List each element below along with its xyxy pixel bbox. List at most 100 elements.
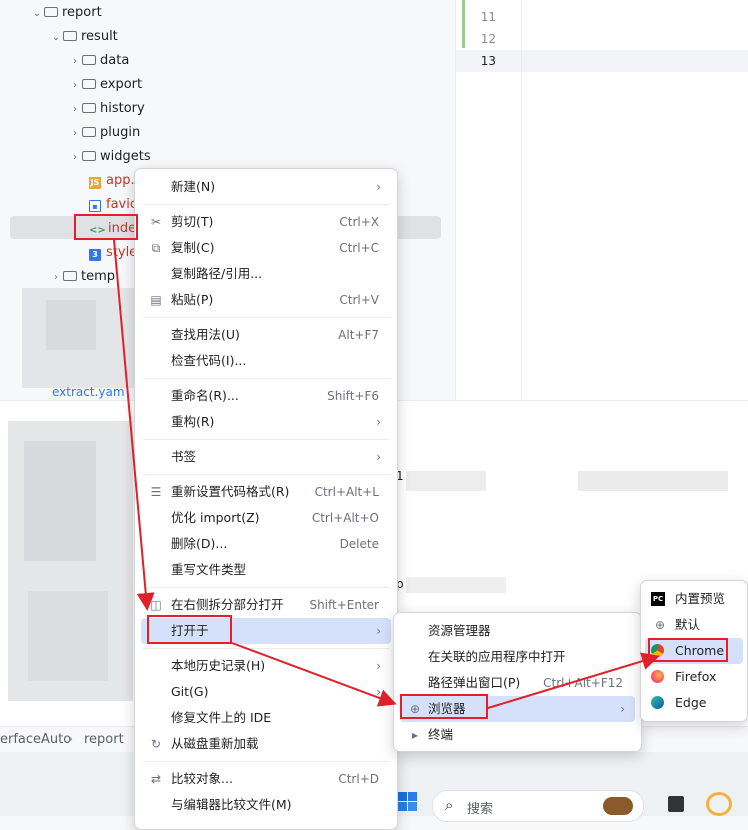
menu-item-local-history[interactable]: 本地历史记录(H) › <box>141 653 391 679</box>
chevron-right-icon[interactable]: › <box>49 267 63 289</box>
css-file-icon: 3 <box>89 249 101 261</box>
vcs-change-marker <box>462 0 465 48</box>
clipboard-icon: ▤ <box>150 293 162 307</box>
menu-item-compare-with-editor[interactable]: 与编辑器比较文件(M) <box>141 792 391 818</box>
chevron-right-icon: › <box>376 685 381 699</box>
chevron-right-icon: › <box>376 624 381 638</box>
tree-item-label: style <box>106 245 138 260</box>
breadcrumb-item[interactable]: erfaceAuto <box>0 727 71 753</box>
search-placeholder: 搜索 <box>467 802 494 817</box>
menu-item-explorer[interactable]: 资源管理器 <box>400 618 635 644</box>
folder-icon <box>44 7 58 17</box>
image-file-icon: ▪ <box>89 200 101 212</box>
chevron-right-icon[interactable]: › <box>68 147 82 169</box>
menu-item-copy-path[interactable]: 复制路径/引用... <box>141 261 391 287</box>
menu-item-optimize-imports[interactable]: 优化 import(Z) Ctrl+Alt+O <box>141 505 391 531</box>
menu-item-default-browser[interactable]: ⊕ 默认 <box>645 612 743 638</box>
menu-item-terminal[interactable]: ▸ 终端 <box>400 722 635 748</box>
tree-item-report[interactable]: ⌄ report <box>30 2 102 24</box>
line-number: 13 <box>480 54 496 68</box>
tree-item-style-css[interactable]: 3 style <box>89 242 137 264</box>
chevron-right-icon: › <box>68 732 74 747</box>
tree-item-temp[interactable]: › temp <box>49 266 115 288</box>
blurred-region <box>578 471 728 491</box>
menu-item-open-associated-app[interactable]: 在关联的应用程序中打开 <box>400 644 635 670</box>
scissors-icon: ✂ <box>150 215 162 229</box>
folder-icon <box>82 79 96 89</box>
menu-item-rename[interactable]: 重命名(R)... Shift+F6 <box>141 383 391 409</box>
menu-separator <box>143 587 389 588</box>
open-in-submenu: 资源管理器 在关联的应用程序中打开 路径弹出窗口(P) Ctrl+Alt+F12 … <box>393 612 642 752</box>
menu-separator <box>143 648 389 649</box>
chevron-right-icon[interactable]: › <box>68 99 82 121</box>
app-icon[interactable] <box>706 792 732 816</box>
coconut-icon <box>603 797 633 815</box>
menu-item-reload-from-disk[interactable]: ↻ 从磁盘重新加载 <box>141 731 391 757</box>
menu-item-override-file-type[interactable]: 重写文件类型 <box>141 557 391 583</box>
menu-item-repair-ide[interactable]: 修复文件上的 IDE <box>141 705 391 731</box>
tree-item-label: extract.yam <box>52 385 125 399</box>
menu-item-edge[interactable]: Edge <box>645 690 743 716</box>
js-file-icon: JS <box>89 177 101 189</box>
chevron-down-icon[interactable]: ⌄ <box>30 3 44 25</box>
menu-item-reformat-code[interactable]: ☰ 重新设置代码格式(R) Ctrl+Alt+L <box>141 479 391 505</box>
menu-item-refactor[interactable]: 重构(R) › <box>141 409 391 435</box>
annotation-box-index <box>74 214 138 240</box>
menu-item-compare-with[interactable]: ⇄ 比较对象... Ctrl+D <box>141 766 391 792</box>
gutter-divider <box>521 0 522 400</box>
current-line-highlight <box>456 50 748 72</box>
tree-item-data[interactable]: › data <box>68 50 129 72</box>
tree-item-export[interactable]: › export <box>68 74 142 96</box>
chevron-right-icon: › <box>376 450 381 464</box>
windows-start-icon[interactable] <box>398 792 418 812</box>
menu-item-delete[interactable]: 删除(D)... Delete <box>141 531 391 557</box>
globe-icon: ⊕ <box>654 618 666 632</box>
tree-item-result[interactable]: ⌄ result <box>49 26 118 48</box>
line-number: 11 <box>480 10 496 24</box>
folder-icon <box>82 103 96 113</box>
chevron-right-icon: › <box>376 180 381 194</box>
tree-item-plugin[interactable]: › plugin <box>68 122 140 144</box>
context-menu: 新建(N) › ✂ 剪切(T) Ctrl+X ⧉ 复制(C) Ctrl+C 复制路径/引用… <box>134 168 398 830</box>
menu-item-find-usages[interactable]: 查找用法(U) Alt+F7 <box>141 322 391 348</box>
firefox-icon <box>651 670 664 683</box>
tree-item-extract-yaml[interactable]: extract.yam <box>52 385 125 399</box>
tree-item-label: widgets <box>100 149 151 164</box>
menu-item-copy[interactable]: ⧉ 复制(C) Ctrl+C <box>141 235 391 261</box>
taskbar-search[interactable]: ⌕ 搜索 <box>432 790 644 822</box>
tree-item-app-js[interactable]: JS app.j <box>89 170 138 192</box>
folder-icon <box>82 127 96 137</box>
menu-item-inspect-code[interactable]: 检查代码(I)... <box>141 348 391 374</box>
compare-icon: ⇄ <box>150 772 162 786</box>
menu-separator <box>143 761 389 762</box>
menu-item-new[interactable]: 新建(N) › <box>141 174 391 200</box>
blurred-region <box>28 591 108 681</box>
menu-item-paste[interactable]: ▤ 粘贴(P) Ctrl+V <box>141 287 391 313</box>
menu-item-git[interactable]: Git(G) › <box>141 679 391 705</box>
tree-item-widgets[interactable]: › widgets <box>68 146 151 168</box>
chevron-down-icon[interactable]: ⌄ <box>49 27 63 49</box>
menu-item-builtin-preview[interactable]: PC 内置预览 <box>645 586 743 612</box>
editor-pane[interactable]: 11 12 13 <box>455 0 748 400</box>
menu-item-bookmarks[interactable]: 书签 › <box>141 444 391 470</box>
chevron-right-icon[interactable]: › <box>68 51 82 73</box>
terminal-icon: ▸ <box>411 728 419 742</box>
tree-item-label: result <box>81 29 118 44</box>
menu-item-firefox[interactable]: Firefox <box>645 664 743 690</box>
chevron-right-icon: › <box>376 659 381 673</box>
breadcrumb-item[interactable]: report <box>84 727 124 753</box>
folder-icon <box>82 55 96 65</box>
blurred-region <box>406 471 486 491</box>
chevron-right-icon[interactable]: › <box>68 75 82 97</box>
blurred-region <box>46 300 96 350</box>
menu-item-path-popup[interactable]: 路径弹出窗口(P) Ctrl+Alt+F12 <box>400 670 635 696</box>
chevron-right-icon[interactable]: › <box>68 123 82 145</box>
annotation-box-open-in <box>147 615 232 644</box>
tree-item-label: export <box>100 77 143 92</box>
tree-item-history[interactable]: › history <box>68 98 145 120</box>
chevron-right-icon: › <box>376 415 381 429</box>
tree-item-favicon[interactable]: ▪ favic <box>89 194 137 216</box>
tree-item-label: temp <box>81 269 116 284</box>
app-icon[interactable] <box>668 796 684 812</box>
menu-item-cut[interactable]: ✂ 剪切(T) Ctrl+X <box>141 209 391 235</box>
